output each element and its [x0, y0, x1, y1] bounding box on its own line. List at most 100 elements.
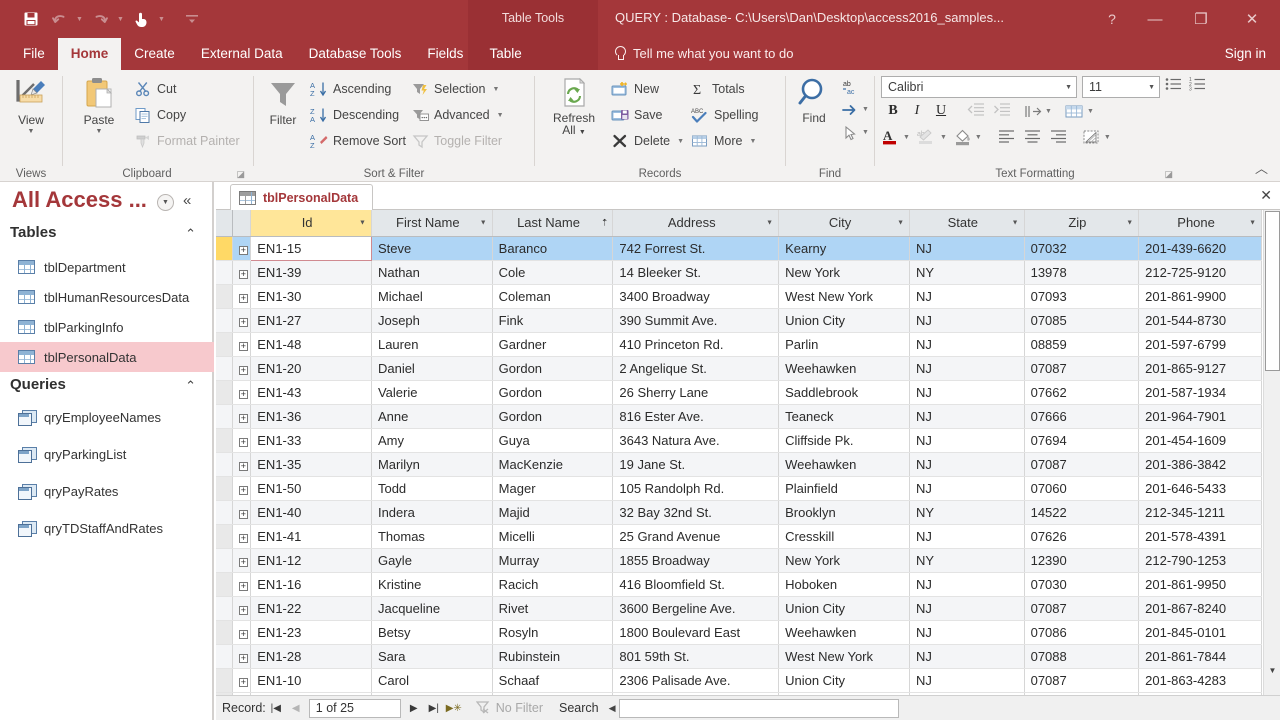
tab-home[interactable]: Home — [58, 38, 122, 70]
search-area[interactable]: ◀ — [609, 699, 899, 718]
cell-id[interactable]: EN1-10 — [251, 668, 372, 692]
row-selector[interactable] — [216, 524, 232, 548]
nav-item-tblpersonaldata[interactable]: tblPersonalData — [0, 342, 214, 372]
cell-city[interactable]: New York — [779, 260, 910, 284]
align-right-button[interactable] — [1046, 129, 1072, 146]
cell-phone[interactable]: 201-439-6620 — [1139, 236, 1262, 260]
column-filter-icon[interactable]: ▼ — [480, 219, 487, 226]
tab-create[interactable]: Create — [121, 38, 188, 70]
cell-first-name[interactable]: Marilyn — [371, 452, 492, 476]
cell-phone[interactable]: 201-597-6799 — [1139, 332, 1262, 356]
cell-zip[interactable]: 12390 — [1024, 548, 1139, 572]
row-selector[interactable] — [216, 572, 232, 596]
cell-phone[interactable]: 201-861-9950 — [1139, 572, 1262, 596]
cell-city[interactable]: Saddlebrook — [779, 380, 910, 404]
text-direction-dropdown-icon[interactable]: ▼ — [1045, 108, 1052, 115]
table-row[interactable]: +EN1-27JosephFink390 Summit Ave.Union Ci… — [216, 308, 1262, 332]
cell-last-name[interactable]: Racich — [492, 572, 613, 596]
advanced-button[interactable]: Advanced ▼ — [412, 102, 504, 128]
cell-last-name[interactable]: Mager — [492, 476, 613, 500]
cell-city[interactable]: New York — [779, 548, 910, 572]
gridlines-button[interactable]: ▼ — [1064, 104, 1094, 119]
spelling-button[interactable]: ABC Spelling — [691, 102, 758, 128]
cell-phone[interactable]: 201-867-8240 — [1139, 596, 1262, 620]
touch-mode-icon[interactable] — [128, 6, 154, 32]
cell-city[interactable]: Weehawken — [779, 620, 910, 644]
cell-first-name[interactable]: Michael — [371, 284, 492, 308]
paste-dropdown-icon[interactable]: ▼ — [96, 128, 103, 135]
expand-subdatasheet-button[interactable]: + — [232, 500, 250, 524]
datasheet-format-button[interactable]: ▼ — [1082, 129, 1111, 146]
cell-state[interactable]: NY — [910, 260, 1025, 284]
cell-state[interactable]: NJ — [910, 332, 1025, 356]
cell-first-name[interactable]: Anne — [371, 404, 492, 428]
table-row[interactable]: +EN1-12GayleMurray1855 BroadwayNew YorkN… — [216, 548, 1262, 572]
view-dropdown-icon[interactable]: ▼ — [28, 128, 35, 135]
cell-phone[interactable]: 212-725-9120 — [1139, 260, 1262, 284]
cell-phone[interactable]: 201-544-8730 — [1139, 308, 1262, 332]
font-size-dropdown-icon[interactable]: ▼ — [1148, 84, 1155, 91]
cell-id[interactable]: EN1-12 — [251, 548, 372, 572]
row-selector[interactable] — [216, 620, 232, 644]
cell-address[interactable]: 25 Grand Avenue — [613, 524, 779, 548]
cell-first-name[interactable]: Gayle — [371, 548, 492, 572]
row-selector[interactable] — [216, 500, 232, 524]
cell-zip[interactable]: 07626 — [1024, 524, 1139, 548]
cell-first-name[interactable]: Sara — [371, 644, 492, 668]
expand-subdatasheet-button[interactable]: + — [232, 308, 250, 332]
column-header-address[interactable]: Address▼ — [613, 210, 779, 236]
cell-first-name[interactable]: Daniel — [371, 356, 492, 380]
expand-subdatasheet-button[interactable]: + — [232, 236, 250, 260]
cell-address[interactable]: 105 Randolph Rd. — [613, 476, 779, 500]
row-selector[interactable] — [216, 284, 232, 308]
cell-last-name[interactable]: Rivet — [492, 596, 613, 620]
align-left-button[interactable] — [994, 129, 1020, 146]
nav-item-qryemployeenames[interactable]: qryEmployeeNames — [0, 402, 214, 432]
tab-table[interactable]: Table — [476, 38, 534, 70]
close-object-icon[interactable]: ✕ — [1260, 187, 1272, 204]
cell-state[interactable]: NJ — [910, 284, 1025, 308]
row-selector[interactable] — [216, 308, 232, 332]
selection-dropdown-icon[interactable]: ▼ — [492, 86, 499, 93]
cell-last-name[interactable]: Coleman — [492, 284, 613, 308]
search-input[interactable] — [619, 699, 899, 718]
shutter-bar-close-icon[interactable]: « — [183, 192, 191, 209]
undo-icon[interactable] — [46, 6, 72, 32]
cell-zip[interactable]: 07087 — [1024, 596, 1139, 620]
filter-button[interactable]: Filter — [258, 70, 308, 127]
column-filter-icon[interactable]: ▼ — [1012, 219, 1019, 226]
cell-city[interactable]: Teaneck — [779, 404, 910, 428]
row-selector[interactable] — [216, 548, 232, 572]
cell-id[interactable]: EN1-50 — [251, 476, 372, 500]
ascending-button[interactable]: AZ Ascending — [310, 76, 406, 102]
cell-id[interactable]: EN1-36 — [251, 404, 372, 428]
close-icon[interactable]: ✕ — [1224, 0, 1280, 38]
table-row[interactable]: +EN1-20DanielGordon2 Angelique St.Weehaw… — [216, 356, 1262, 380]
cut-button[interactable]: Cut — [135, 76, 240, 102]
cell-zip[interactable]: 07030 — [1024, 572, 1139, 596]
document-tab-tblpersonaldata[interactable]: tblPersonalData — [230, 184, 373, 210]
table-row[interactable]: +EN1-43ValerieGordon26 Sherry LaneSaddle… — [216, 380, 1262, 404]
column-filter-icon[interactable]: ▼ — [1249, 219, 1256, 226]
delete-dropdown-icon[interactable]: ▼ — [677, 138, 684, 145]
cell-state[interactable]: NJ — [910, 236, 1025, 260]
italic-button[interactable]: I — [905, 103, 929, 119]
datasheet-format-dropdown-icon[interactable]: ▼ — [1104, 134, 1111, 141]
table-row[interactable]: +EN1-28SaraRubinstein801 59th St.West Ne… — [216, 644, 1262, 668]
cell-state[interactable]: NJ — [910, 308, 1025, 332]
sign-in-button[interactable]: Sign in — [1225, 38, 1266, 70]
table-row[interactable]: +EN1-23BetsyRosyln1800 Boulevard EastWee… — [216, 620, 1262, 644]
datasheet-grid[interactable]: Id▼ First Name▼ Last Name⇡ Address▼ City… — [216, 210, 1280, 695]
table-row[interactable]: +EN1-16KristineRacich416 Bloomfield St.H… — [216, 572, 1262, 596]
cell-last-name[interactable]: Baranco — [492, 236, 613, 260]
table-row[interactable]: +EN1-50ToddMager105 Randolph Rd.Plainfie… — [216, 476, 1262, 500]
touch-mode-dropdown-icon[interactable]: ▼ — [156, 6, 167, 32]
cell-last-name[interactable]: Gordon — [492, 356, 613, 380]
column-filter-icon[interactable]: ▼ — [766, 219, 773, 226]
cell-city[interactable]: Plainfield — [779, 476, 910, 500]
filter-status[interactable]: No Filter — [476, 700, 543, 717]
cell-first-name[interactable]: Todd — [371, 476, 492, 500]
first-record-button[interactable]: |◀ — [266, 698, 286, 719]
expand-subdatasheet-button[interactable]: + — [232, 428, 250, 452]
select-all-corner[interactable] — [216, 210, 232, 236]
